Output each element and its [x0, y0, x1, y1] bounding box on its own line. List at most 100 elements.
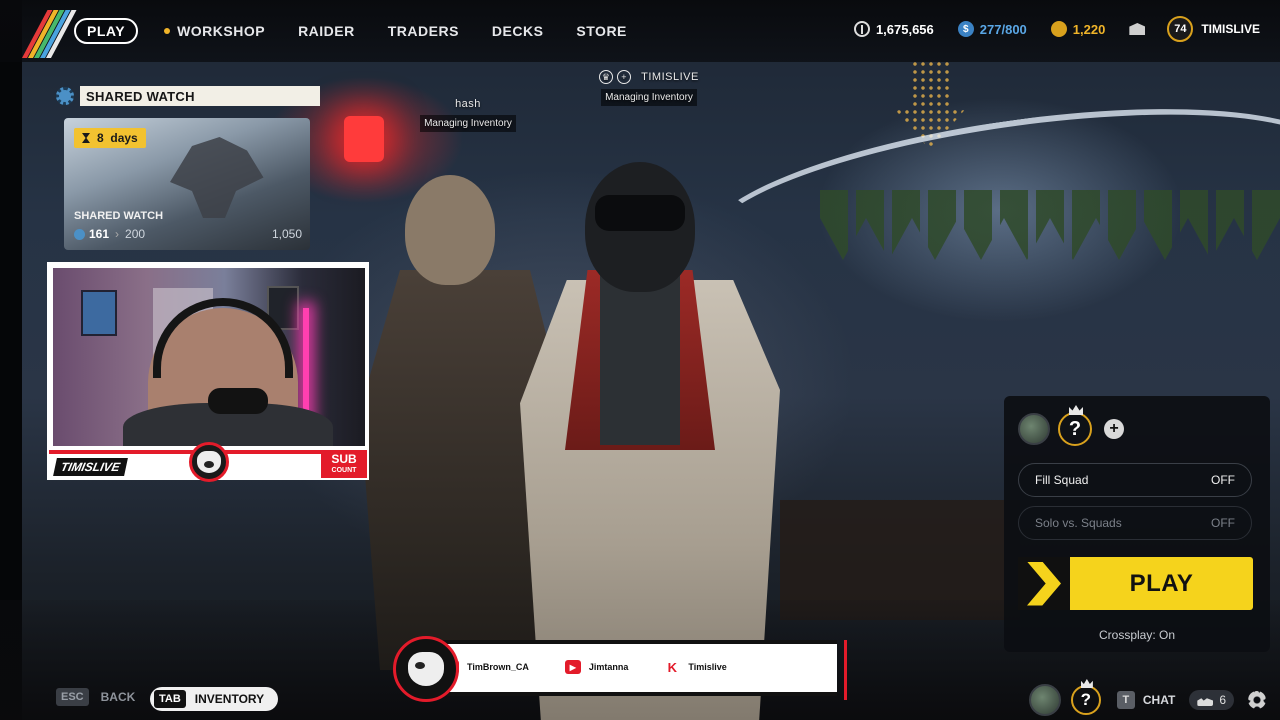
plus-icon: + — [1109, 420, 1119, 437]
crown-icon: ♛ — [599, 70, 614, 84]
chat-key: T — [1116, 691, 1135, 709]
player-name: hash — [455, 98, 481, 110]
squad-member-avatar[interactable] — [1028, 684, 1061, 716]
plus-icon: + — [617, 70, 632, 84]
token-icon: $ — [957, 21, 974, 37]
progress-current: 161 — [89, 227, 110, 241]
nav-traders-label: TRADERS — [387, 23, 459, 39]
nav-workshop-label: WORKSHOP — [177, 23, 266, 39]
webcam-video — [53, 268, 365, 446]
player-level: 74 — [1174, 23, 1187, 35]
tokens-counter[interactable]: $ 277/800 — [957, 21, 1027, 37]
sub-count-badge: SUB COUNT — [321, 452, 367, 478]
notification-dot-icon — [164, 28, 171, 34]
nav-play[interactable]: PLAY — [74, 18, 139, 44]
gold-counter[interactable]: 1,220 — [1050, 21, 1106, 37]
nav-traders[interactable]: TRADERS — [388, 23, 459, 39]
fill-squad-toggle[interactable]: Fill Squad OFF — [1018, 463, 1252, 497]
solo-vs-squads-value: OFF — [1211, 516, 1235, 530]
sub-label: SUB — [331, 452, 357, 466]
bottom-right-controls: ? T CHAT 6 — [1028, 679, 1266, 716]
coins-value: 1,675,656 — [875, 21, 934, 37]
player-tag-hash: hash Managing Inventory — [418, 98, 518, 132]
fill-squad-label: Fill Squad — [1035, 473, 1089, 487]
days-count: 8 — [97, 131, 104, 145]
gold-icon — [1050, 21, 1067, 37]
time-remaining-badge: 8 days — [74, 128, 146, 148]
crown-icon — [1069, 405, 1083, 415]
nav-decks-label: DECKS — [491, 23, 544, 39]
coins-counter[interactable]: 1,675,656 — [853, 21, 934, 37]
kick-icon: K — [667, 659, 678, 675]
social-links: ✕TimBrown_CA ▶Jimtanna KTimislive — [443, 659, 763, 675]
player-name: TIMISLIVE — [641, 70, 699, 83]
friends-icon — [1197, 698, 1214, 706]
nav-decks[interactable]: DECKS — [492, 23, 544, 39]
tab-key: TAB — [154, 690, 186, 708]
squad-panel: ? + Fill Squad OFF Solo vs. Squads OFF P… — [1004, 396, 1270, 652]
squad-slot-unknown[interactable]: ? — [1058, 405, 1092, 446]
nav-raider[interactable]: RAIDER — [298, 23, 355, 39]
social-item-kick: K Timislive — [664, 659, 727, 675]
back-hint[interactable]: ESC BACK — [56, 688, 135, 706]
squad-member-avatar[interactable] — [1018, 413, 1050, 445]
hourglass-icon — [82, 133, 90, 143]
play-button-label: PLAY — [1129, 569, 1194, 597]
fill-squad-value: OFF — [1211, 473, 1235, 487]
unknown-slot-symbol: ? — [1068, 417, 1082, 440]
shared-watch-title: SHARED WATCH — [86, 88, 195, 104]
player-status: Managing Inventory — [420, 115, 516, 132]
nav-play-label: PLAY — [87, 23, 126, 39]
gear-icon — [56, 87, 74, 105]
settings-gear-icon[interactable] — [1248, 691, 1266, 709]
shared-watch-card[interactable]: 8 days SHARED WATCH 161 › 200 1,050 — [64, 118, 310, 250]
bulldog-logo-icon — [393, 636, 459, 702]
social-handle: Timislive — [688, 662, 727, 672]
social-handle: TimBrown_CA — [467, 662, 529, 672]
top-nav-bar: PLAY WORKSHOP RAIDER TRADERS DECKS STORE… — [0, 0, 1280, 62]
social-item-youtube: ▶ Jimtanna — [564, 660, 629, 674]
player-status: Managing Inventory — [601, 89, 697, 106]
profile-username[interactable]: TIMISLIVE — [1201, 22, 1260, 36]
friends-count: 6 — [1219, 693, 1226, 707]
player-level-badge[interactable]: 74 — [1167, 16, 1194, 42]
inventory-label: INVENTORY — [194, 692, 265, 706]
streamer-name: TIMISLIVE — [53, 458, 128, 476]
back-label: BACK — [100, 690, 136, 704]
solo-vs-squads-label: Solo vs. Squads — [1035, 516, 1122, 530]
sub-count-label: COUNT — [331, 467, 357, 474]
player-tag-timislive: ♛ + TIMISLIVE Managing Inventory — [594, 70, 704, 106]
social-handle: Jimtanna — [588, 662, 629, 672]
chevron-right-icon — [1027, 561, 1061, 606]
days-unit: days — [110, 131, 138, 145]
unknown-slot-symbol: ? — [1080, 690, 1092, 709]
game-logo — [18, 10, 77, 58]
progress-max: 1,050 — [271, 227, 302, 241]
crossplay-status: Crossplay: On — [1098, 628, 1176, 642]
squad-slot-unknown[interactable]: ? — [1070, 679, 1101, 715]
event-artwork — [170, 137, 264, 218]
chat-button[interactable]: CHAT — [1143, 693, 1175, 707]
coin-icon — [853, 21, 870, 37]
play-button[interactable]: PLAY — [1018, 557, 1253, 610]
inventory-button[interactable]: TAB INVENTORY — [150, 687, 279, 711]
nav-raider-label: RAIDER — [298, 23, 355, 39]
nav-store[interactable]: STORE — [576, 23, 626, 39]
shared-watch-card-name: SHARED WATCH — [74, 210, 164, 222]
progress-next: 200 — [125, 227, 146, 241]
tokens-value: 277/800 — [979, 21, 1027, 37]
chevron-right-icon: › — [115, 227, 120, 241]
red-lamp — [344, 116, 384, 162]
add-squad-member-button[interactable]: + — [1104, 419, 1124, 439]
nav-workshop[interactable]: WORKSHOP — [164, 23, 265, 39]
friends-button[interactable]: 6 — [1189, 690, 1234, 710]
shared-watch-panel: SHARED WATCH 8 days SHARED WATCH 161 › 2… — [56, 86, 320, 250]
gold-value: 1,220 — [1072, 21, 1106, 37]
main-nav: PLAY WORKSHOP RAIDER TRADERS DECKS STORE — [74, 18, 660, 44]
social-banner: ✕TimBrown_CA ▶Jimtanna KTimislive — [393, 636, 847, 704]
solo-vs-squads-toggle[interactable]: Solo vs. Squads OFF — [1018, 506, 1252, 540]
shared-watch-progress: 161 › 200 1,050 — [74, 227, 302, 241]
mail-icon[interactable] — [1129, 23, 1146, 35]
squad-slots: ? + — [1018, 405, 1124, 446]
webcam-overlay: TIMISLIVE SUB COUNT — [47, 262, 369, 482]
